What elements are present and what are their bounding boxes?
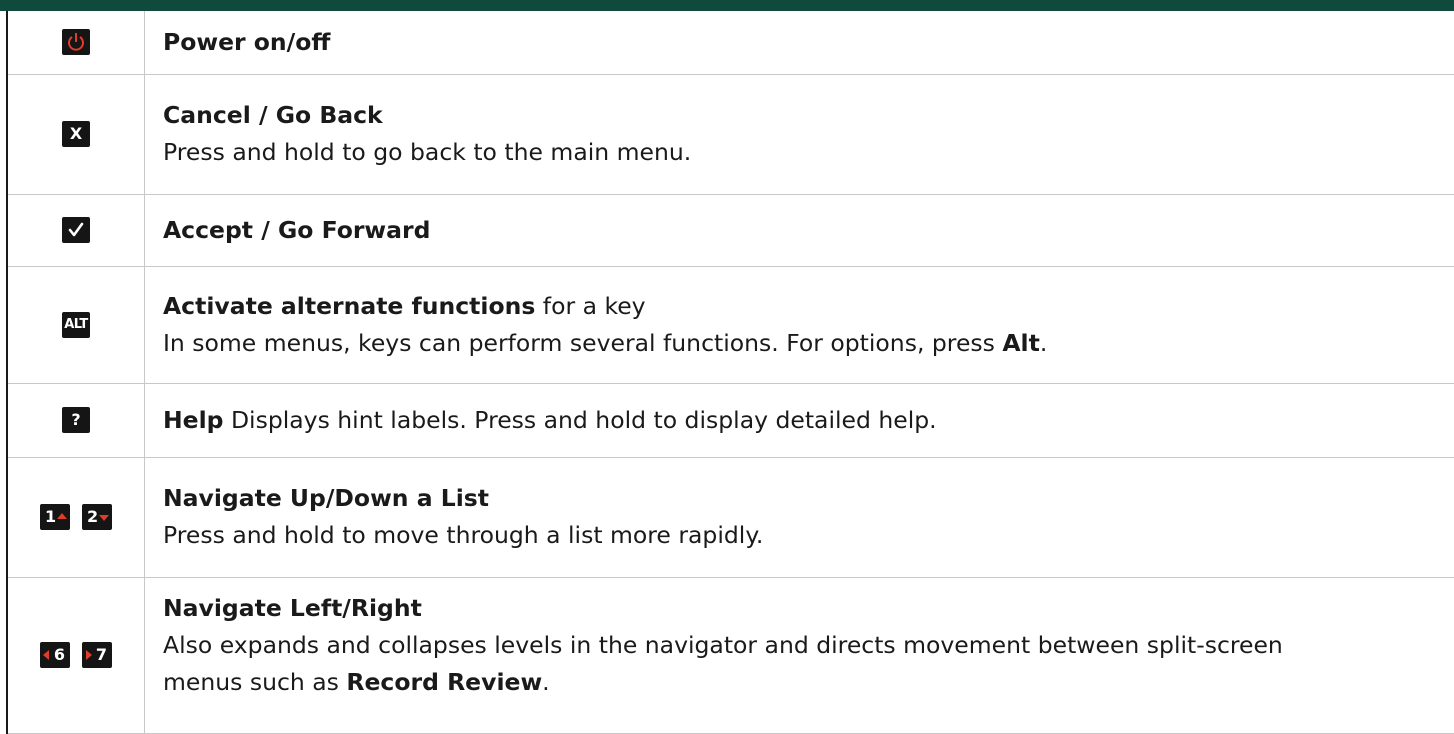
table-row: 1 2 Navigate Up/Down a List Press and ho… bbox=[7, 457, 1454, 577]
power-icon bbox=[62, 29, 90, 55]
description-cell: Help Displays hint labels. Press and hol… bbox=[145, 383, 1454, 457]
table-row: X Cancel / Go Back Press and hold to go … bbox=[7, 74, 1454, 194]
header-bar bbox=[0, 0, 1454, 11]
description-cell: Cancel / Go Back Press and hold to go ba… bbox=[145, 74, 1454, 194]
row-title: Accept / Go Forward bbox=[163, 216, 430, 244]
row-description: Press and hold to move through a list mo… bbox=[163, 517, 1454, 554]
icon-cell bbox=[7, 11, 145, 74]
row-description: Also expands and collapses levels in the… bbox=[163, 627, 1454, 664]
description-cell: Navigate Left/Right Also expands and col… bbox=[145, 577, 1454, 733]
icon-cell: 6 7 bbox=[7, 577, 145, 733]
left-arrow-icon bbox=[43, 650, 49, 660]
description-cell: Activate alternate functions for a key I… bbox=[145, 266, 1454, 383]
alt-key-icon: ALT bbox=[62, 312, 90, 338]
row-title: Power on/off bbox=[163, 28, 330, 56]
row-description: menus such as bbox=[163, 668, 346, 696]
row-title: Navigate Up/Down a List bbox=[163, 484, 489, 512]
icon-cell: X bbox=[7, 74, 145, 194]
icon-cell: 1 2 bbox=[7, 457, 145, 577]
up-arrow-key-icon: 1 bbox=[40, 504, 70, 530]
icon-cell: ? bbox=[7, 383, 145, 457]
row-title-suffix: for a key bbox=[535, 292, 645, 320]
down-arrow-key-icon: 2 bbox=[82, 504, 112, 530]
table-row: ? Help Displays hint labels. Press and h… bbox=[7, 383, 1454, 457]
row-description-bold: Record Review bbox=[346, 668, 542, 696]
key-number: 2 bbox=[87, 504, 98, 530]
row-description-bold: Alt bbox=[1002, 329, 1039, 357]
row-title: Navigate Left/Right bbox=[163, 594, 422, 622]
key-number: 1 bbox=[45, 504, 56, 530]
down-arrow-icon bbox=[99, 515, 109, 521]
check-icon bbox=[62, 217, 90, 243]
table-row: Power on/off bbox=[7, 11, 1454, 74]
row-title: Activate alternate functions bbox=[163, 292, 535, 320]
table-row: Accept / Go Forward bbox=[7, 194, 1454, 266]
description-cell: Power on/off bbox=[145, 11, 1454, 74]
key-number: 6 bbox=[54, 642, 65, 668]
close-icon: X bbox=[62, 121, 90, 147]
right-arrow-icon bbox=[86, 650, 92, 660]
icon-cell: ALT bbox=[7, 266, 145, 383]
row-description: Press and hold to go back to the main me… bbox=[163, 134, 1454, 171]
key-number: 7 bbox=[96, 642, 107, 668]
up-arrow-icon bbox=[57, 513, 67, 519]
table-row: ALT Activate alternate functions for a k… bbox=[7, 266, 1454, 383]
row-description-end: . bbox=[1040, 329, 1047, 357]
row-description: In some menus, keys can perform several … bbox=[163, 329, 1002, 357]
table-row: 6 7 Navigate Left/Right Also expands and… bbox=[7, 577, 1454, 733]
row-title-suffix: Displays hint labels. Press and hold to … bbox=[223, 406, 936, 434]
row-description-end: . bbox=[542, 668, 549, 696]
help-icon: ? bbox=[62, 407, 90, 433]
description-cell: Accept / Go Forward bbox=[145, 194, 1454, 266]
key-functions-table: Power on/off X Cancel / Go Back Press an… bbox=[6, 11, 1454, 734]
right-arrow-key-icon: 7 bbox=[82, 642, 112, 668]
description-cell: Navigate Up/Down a List Press and hold t… bbox=[145, 457, 1454, 577]
row-title: Help bbox=[163, 406, 223, 434]
icon-cell bbox=[7, 194, 145, 266]
left-arrow-key-icon: 6 bbox=[40, 642, 70, 668]
row-title: Cancel / Go Back bbox=[163, 101, 383, 129]
